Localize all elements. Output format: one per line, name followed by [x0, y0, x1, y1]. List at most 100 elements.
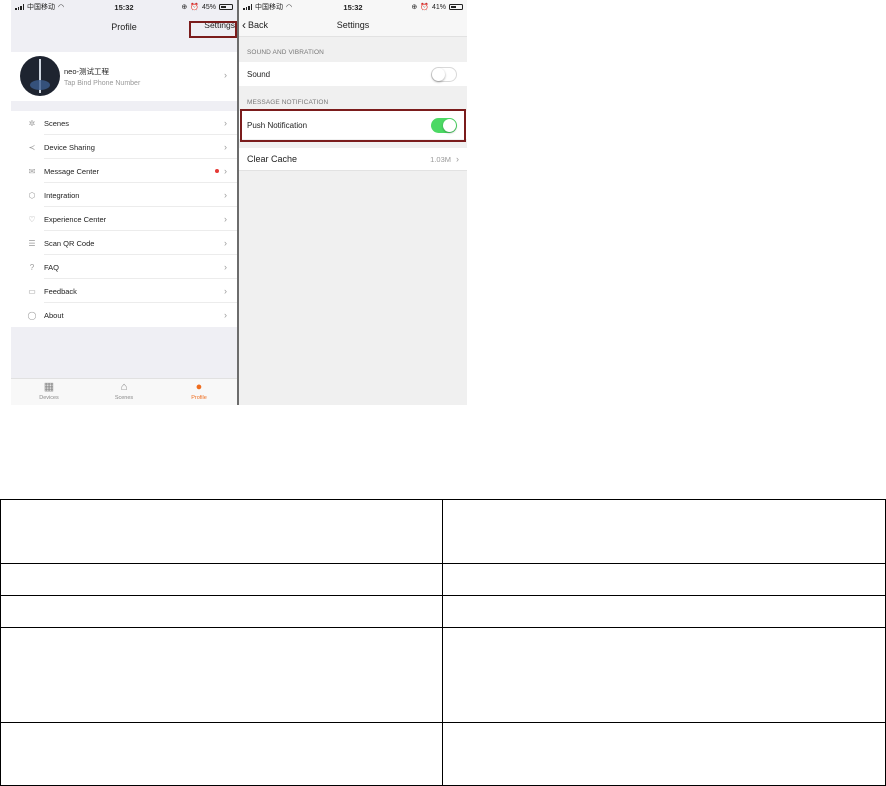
menu-item-scan-qr-code[interactable]: ☰ Scan QR Code ›	[11, 231, 237, 255]
table-row	[0, 499, 886, 564]
wifi-icon: ◠	[286, 4, 293, 11]
menu-item-label: Message Center	[44, 166, 100, 176]
battery-icon	[219, 4, 233, 10]
sound-label: Sound	[247, 69, 271, 79]
status-bar: 中国移动 ◠ 15:32 ⊕ ⏰ 41%	[239, 0, 467, 14]
chevron-right-icon: ›	[224, 262, 227, 272]
table-cell	[0, 627, 443, 723]
table-row	[0, 627, 886, 723]
menu-item-feedback[interactable]: ▭ Feedback ›	[11, 279, 237, 303]
tab-profile[interactable]: ● Profile	[179, 381, 219, 401]
scenes-icon: ✲	[28, 118, 36, 128]
person-icon: ●	[195, 381, 203, 393]
section-header-sound: SOUND AND VIBRATION	[247, 49, 324, 56]
avatar	[20, 56, 60, 96]
menu-item-about[interactable]: ◯ About ›	[11, 303, 237, 327]
chevron-right-icon: ›	[224, 310, 227, 320]
menu-item-experience-center[interactable]: ♡ Experience Center ›	[11, 207, 237, 231]
tab-label: Scenes	[114, 395, 134, 401]
menu-item-message-center[interactable]: ✉ Message Center ›	[11, 159, 237, 183]
menu-item-label: Scan QR Code	[44, 238, 95, 248]
profile-screen: 中国移动 ◠ 15:32 ⊕ ⏰ 45% Profile Settings ne…	[11, 0, 237, 405]
table-cell	[0, 595, 443, 628]
profile-subtitle: Tap Bind Phone Number	[64, 80, 141, 87]
menu-item-label: About	[44, 310, 64, 320]
alarm-icon: ⏰	[420, 4, 429, 11]
tab-devices[interactable]: ▦ Devices	[29, 381, 69, 401]
chevron-right-icon: ›	[224, 214, 227, 224]
alarm-icon: ⏰	[190, 4, 199, 11]
table-row	[0, 722, 886, 786]
chevron-left-icon: ‹	[242, 18, 246, 32]
table-cell	[0, 563, 443, 596]
share-icon: ≺	[28, 142, 36, 152]
settings-button[interactable]: Settings	[204, 20, 235, 30]
menu-item-label: Integration	[44, 190, 80, 200]
tab-scenes[interactable]: ⌂ Scenes	[104, 381, 144, 401]
table-cell	[442, 595, 886, 628]
profile-menu: ✲ Scenes › ≺ Device Sharing › ✉ Message …	[11, 111, 237, 327]
navigation-bar: ‹ Back Settings	[239, 14, 467, 37]
navigation-bar: Profile Settings	[11, 14, 237, 40]
tab-bar: ▦ Devices ⌂ Scenes ● Profile	[11, 378, 237, 405]
menu-item-label: Scenes	[44, 118, 70, 128]
lock-rotation-icon: ⊕	[181, 4, 188, 11]
table-cell	[442, 563, 886, 596]
sound-toggle[interactable]	[431, 66, 457, 82]
table-row	[0, 563, 886, 596]
chevron-right-icon: ›	[224, 190, 227, 200]
menu-item-device-sharing[interactable]: ≺ Device Sharing ›	[11, 135, 237, 159]
cache-size-value: 1.03M	[430, 154, 451, 164]
table-cell	[442, 722, 886, 786]
push-notification-toggle[interactable]	[431, 117, 457, 133]
toggle-knob	[443, 118, 456, 132]
menu-item-label: Device Sharing	[44, 142, 95, 152]
push-notification-label: Push Notification	[247, 120, 308, 130]
chevron-right-icon: ›	[224, 70, 227, 80]
push-notification-row: Push Notification	[239, 111, 467, 139]
question-icon: ?	[29, 262, 35, 272]
chevron-right-icon: ›	[456, 154, 459, 164]
notification-dot	[215, 169, 219, 173]
heart-icon: ♡	[28, 214, 36, 224]
battery-percent: 45%	[201, 3, 216, 11]
table-row	[0, 595, 886, 628]
toggle-knob	[432, 67, 445, 81]
menu-item-integration[interactable]: ⬡ Integration ›	[11, 183, 237, 207]
feedback-icon: ▭	[28, 286, 36, 296]
menu-item-label: Feedback	[44, 286, 77, 296]
signal-icon	[15, 4, 24, 10]
menu-item-scenes[interactable]: ✲ Scenes ›	[11, 111, 237, 135]
back-button[interactable]: ‹ Back	[242, 18, 268, 32]
chevron-right-icon: ›	[224, 118, 227, 128]
signal-icon	[243, 4, 252, 10]
empty-table	[0, 499, 886, 786]
chevron-right-icon: ›	[224, 286, 227, 296]
table-cell	[0, 722, 443, 786]
profile-card[interactable]: neo-测试工程 Tap Bind Phone Number ›	[11, 52, 237, 101]
home-icon: ⌂	[120, 381, 128, 393]
scan-icon: ☰	[28, 238, 36, 248]
integration-icon: ⬡	[28, 190, 36, 200]
menu-item-label: FAQ	[44, 262, 60, 272]
table-cell	[442, 499, 886, 564]
menu-item-faq[interactable]: ? FAQ ›	[11, 255, 237, 279]
battery-icon	[449, 4, 463, 10]
chevron-right-icon: ›	[224, 238, 227, 248]
status-bar: 中国移动 ◠ 15:32 ⊕ ⏰ 45%	[11, 0, 237, 14]
mail-icon: ✉	[28, 166, 36, 176]
menu-item-label: Experience Center	[44, 214, 107, 224]
page-title: Profile	[111, 22, 137, 32]
sound-row: Sound	[239, 62, 467, 86]
carrier-label: 中国移动	[255, 4, 283, 11]
tab-label: Devices	[39, 395, 59, 401]
clear-cache-label: Clear Cache	[247, 154, 298, 164]
profile-name: neo-测试工程	[64, 67, 110, 76]
grid-icon: ▦	[43, 381, 55, 393]
section-header-message: MESSAGE NOTIFICATION	[247, 99, 329, 106]
chevron-right-icon: ›	[224, 142, 227, 152]
lock-rotation-icon: ⊕	[411, 4, 418, 11]
clear-cache-row[interactable]: Clear Cache 1.03M ›	[239, 148, 467, 171]
settings-screen: 中国移动 ◠ 15:32 ⊕ ⏰ 41% ‹ Back Settings SOU…	[239, 0, 467, 405]
page-title: Settings	[336, 20, 370, 30]
